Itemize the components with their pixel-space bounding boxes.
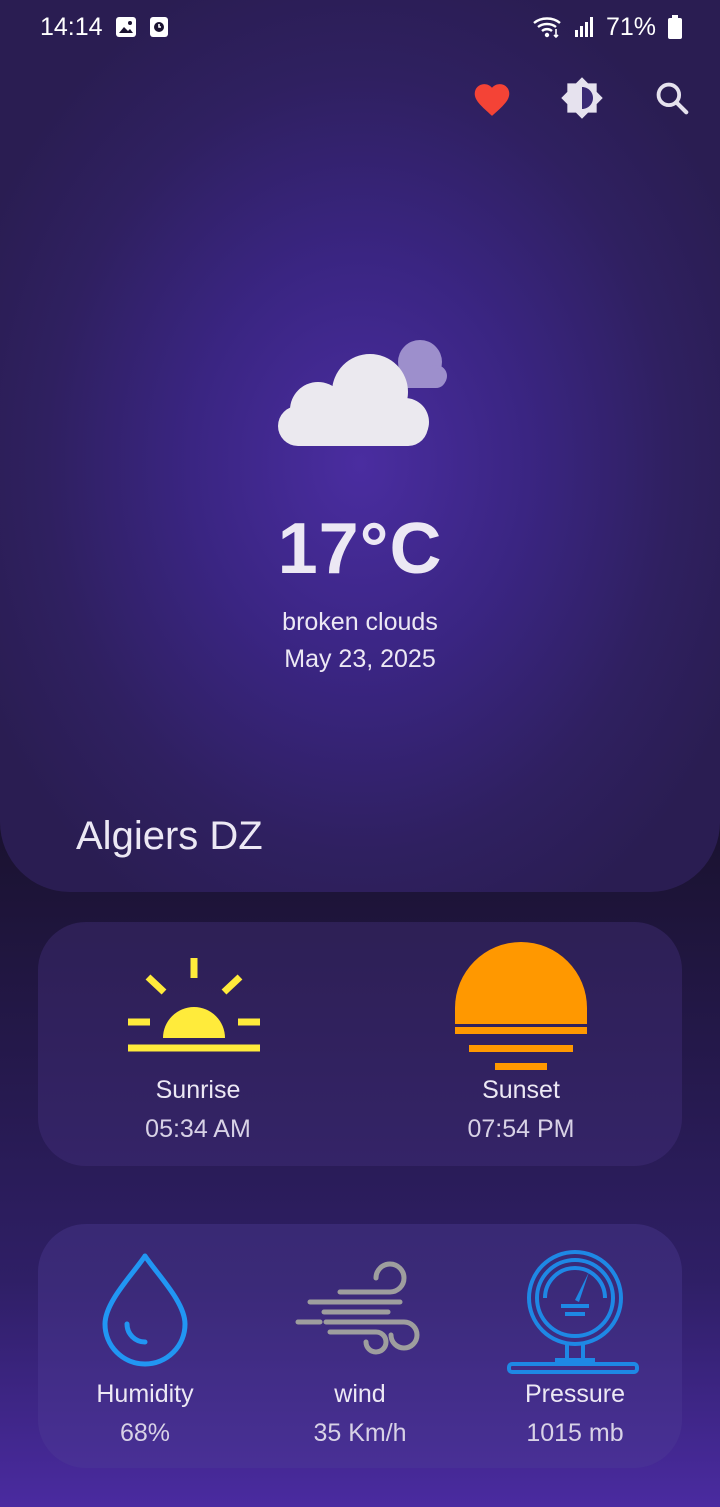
wind-icon bbox=[295, 1261, 420, 1355]
gallery-icon bbox=[115, 17, 136, 37]
battery-icon bbox=[668, 15, 682, 39]
theme-toggle-button[interactable] bbox=[558, 74, 606, 122]
signal-icon bbox=[574, 17, 593, 37]
humidity-icon bbox=[102, 1253, 188, 1367]
city-name: Algiers DZ bbox=[76, 814, 263, 858]
sunrise-label: Sunrise bbox=[155, 1076, 241, 1104]
status-bar: 14:14 71% bbox=[0, 0, 720, 54]
sunrise-item: Sunrise 05:34 AM bbox=[83, 922, 313, 1166]
humidity-value: 68% bbox=[119, 1419, 171, 1447]
brightness-icon bbox=[561, 77, 603, 119]
sunset-item: Sunset 07:54 PM bbox=[406, 922, 636, 1166]
wind-item: wind 35 Km/h bbox=[260, 1224, 460, 1468]
heart-icon bbox=[474, 84, 510, 116]
broken-clouds-icon bbox=[278, 340, 447, 446]
search-button[interactable] bbox=[648, 74, 696, 122]
sunset-label: Sunset bbox=[482, 1076, 560, 1104]
pressure-value: 1015 mb bbox=[526, 1419, 624, 1447]
battery-percent: 71% bbox=[605, 12, 656, 41]
clock-notification-icon bbox=[149, 17, 168, 37]
current-temperature: 17°C bbox=[277, 509, 443, 589]
wind-value: 35 Km/h bbox=[313, 1419, 407, 1447]
sunrise-time: 05:34 AM bbox=[145, 1115, 251, 1143]
humidity-label: Humidity bbox=[96, 1380, 194, 1408]
current-date: May 23, 2025 bbox=[284, 645, 436, 673]
weather-hero: 17°C broken clouds May 23, 2025 Algiers … bbox=[0, 0, 720, 892]
favorite-button[interactable] bbox=[468, 74, 516, 122]
sun-times-card: Sunrise 05:34 AM Sunset 07:54 PM bbox=[38, 922, 682, 1166]
top-actions bbox=[468, 74, 696, 122]
wind-label: wind bbox=[334, 1380, 386, 1408]
pressure-icon bbox=[507, 1250, 639, 1374]
weather-condition: broken clouds bbox=[282, 608, 438, 636]
wifi-icon bbox=[533, 17, 561, 39]
humidity-item: Humidity 68% bbox=[45, 1224, 245, 1468]
sunset-time: 07:54 PM bbox=[467, 1115, 575, 1143]
pressure-item: Pressure 1015 mb bbox=[475, 1224, 675, 1468]
weather-stats-card: Humidity 68% wind 35 Km/h Pressure 1015 … bbox=[38, 1224, 682, 1468]
search-icon bbox=[656, 82, 689, 115]
pressure-label: Pressure bbox=[524, 1380, 626, 1408]
status-time: 14:14 bbox=[40, 12, 103, 41]
sunset-icon bbox=[455, 942, 587, 1070]
sunrise-icon bbox=[128, 958, 260, 1052]
